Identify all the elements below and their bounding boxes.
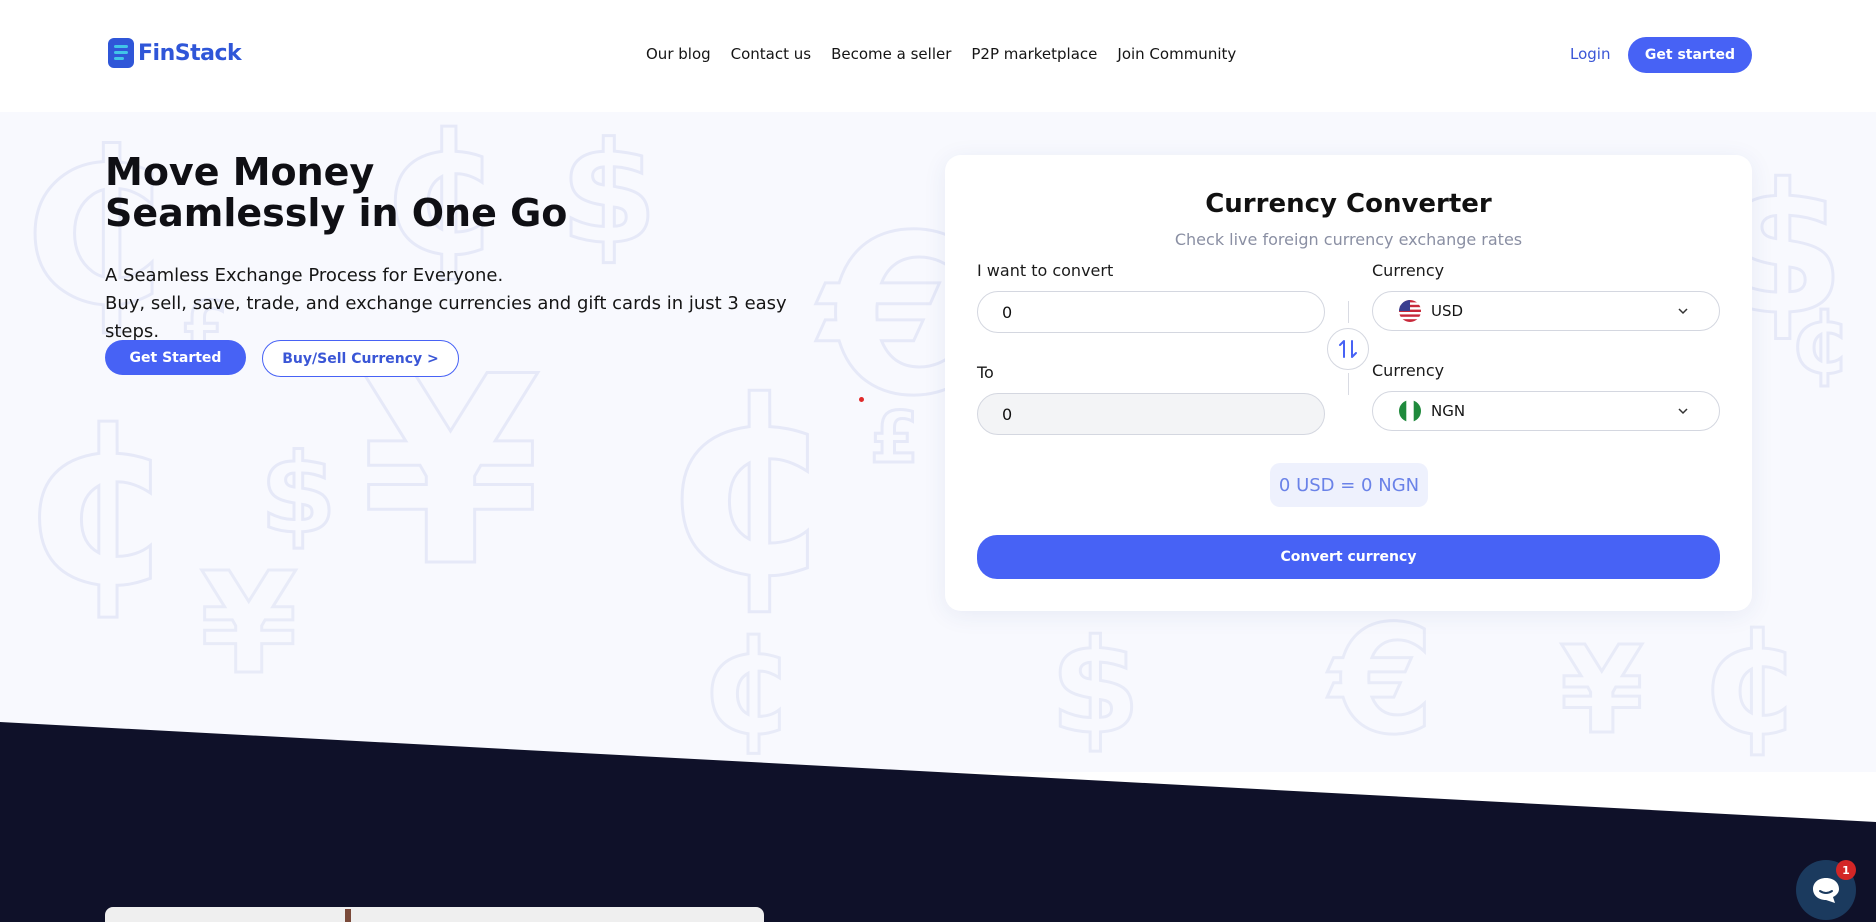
to-amount-input[interactable]	[977, 393, 1325, 435]
hero-subtitle-line-1: A Seamless Exchange Process for Everyone…	[105, 265, 504, 286]
to-amount-label: To	[977, 363, 994, 382]
hero-get-started-button[interactable]: Get Started	[105, 340, 246, 375]
svg-text:¥: ¥	[200, 543, 297, 706]
feature-image-card	[105, 907, 764, 922]
to-currency-select[interactable]: NGN	[1372, 391, 1720, 431]
nav-item-join-community[interactable]: Join Community	[1117, 45, 1236, 63]
convert-currency-button[interactable]: Convert currency	[977, 535, 1720, 579]
svg-text:¢: ¢	[1790, 289, 1853, 394]
converter-subtitle: Check live foreign currency exchange rat…	[1174, 230, 1523, 249]
login-link[interactable]: Login	[1570, 45, 1610, 63]
from-currency-select[interactable]: USD	[1372, 291, 1720, 331]
from-currency-label: Currency	[1372, 261, 1445, 280]
nav-item-become-seller[interactable]: Become a seller	[831, 45, 951, 63]
nav-item-p2p-marketplace[interactable]: P2P marketplace	[971, 45, 1097, 63]
chat-unread-badge: 1	[1836, 860, 1856, 880]
hero-subtitle: A Seamless Exchange Process for Everyone…	[105, 262, 825, 346]
swap-divider-bottom	[1348, 373, 1349, 395]
svg-text:¥: ¥	[1560, 622, 1644, 761]
to-currency-code: NGN	[1431, 402, 1466, 420]
ng-flag-icon	[1399, 400, 1421, 422]
chevron-down-icon	[1678, 408, 1688, 415]
from-currency-code: USD	[1431, 302, 1464, 320]
chat-icon	[1813, 878, 1839, 903]
from-amount-input[interactable]	[977, 291, 1325, 333]
nav-item-blog[interactable]: Our blog	[646, 45, 711, 63]
svg-text:¢: ¢	[20, 370, 180, 637]
hero-subtitle-line-2: Buy, sell, save, trade, and exchange cur…	[105, 293, 787, 342]
svg-text:¢: ¢	[700, 603, 797, 766]
buy-sell-currency-button[interactable]: Buy/Sell Currency >	[262, 340, 459, 377]
swap-currencies-button[interactable]	[1327, 328, 1369, 370]
nav-item-contact[interactable]: Contact us	[731, 45, 811, 63]
logo-icon	[108, 38, 134, 68]
chevron-down-icon	[1678, 308, 1688, 315]
swap-icon	[1339, 340, 1357, 358]
exchange-rate-display: 0 USD = 0 NGN	[1270, 463, 1428, 507]
header-get-started-button[interactable]: Get started	[1628, 37, 1752, 73]
brand-logo[interactable]: FinStack	[108, 38, 242, 68]
cursor-dot	[859, 397, 864, 402]
svg-text:¢: ¢	[1700, 594, 1804, 768]
main-nav: Our blog Contact us Become a seller P2P …	[646, 45, 1236, 63]
hero-title: Move Money Seamlessly in One Go	[105, 150, 568, 235]
svg-text:$: $	[1050, 611, 1140, 763]
svg-text:$: $	[260, 430, 337, 558]
from-amount-label: I want to convert	[977, 261, 1114, 280]
site-header: FinStack Our blog Contact us Become a se…	[0, 0, 1876, 112]
svg-text:€: €	[1327, 594, 1434, 768]
currency-converter-card: Currency Converter Check live foreign cu…	[945, 155, 1752, 611]
swap-divider-top	[1348, 301, 1349, 323]
to-currency-label: Currency	[1372, 361, 1445, 380]
svg-text:¢: ¢	[660, 332, 841, 634]
us-flag-icon	[1399, 300, 1421, 322]
hero-actions: Get Started Buy/Sell Currency >	[105, 340, 459, 377]
svg-text:£: £	[870, 397, 919, 479]
brand-name: FinStack	[138, 40, 242, 66]
converter-title: Currency Converter	[1205, 189, 1492, 219]
